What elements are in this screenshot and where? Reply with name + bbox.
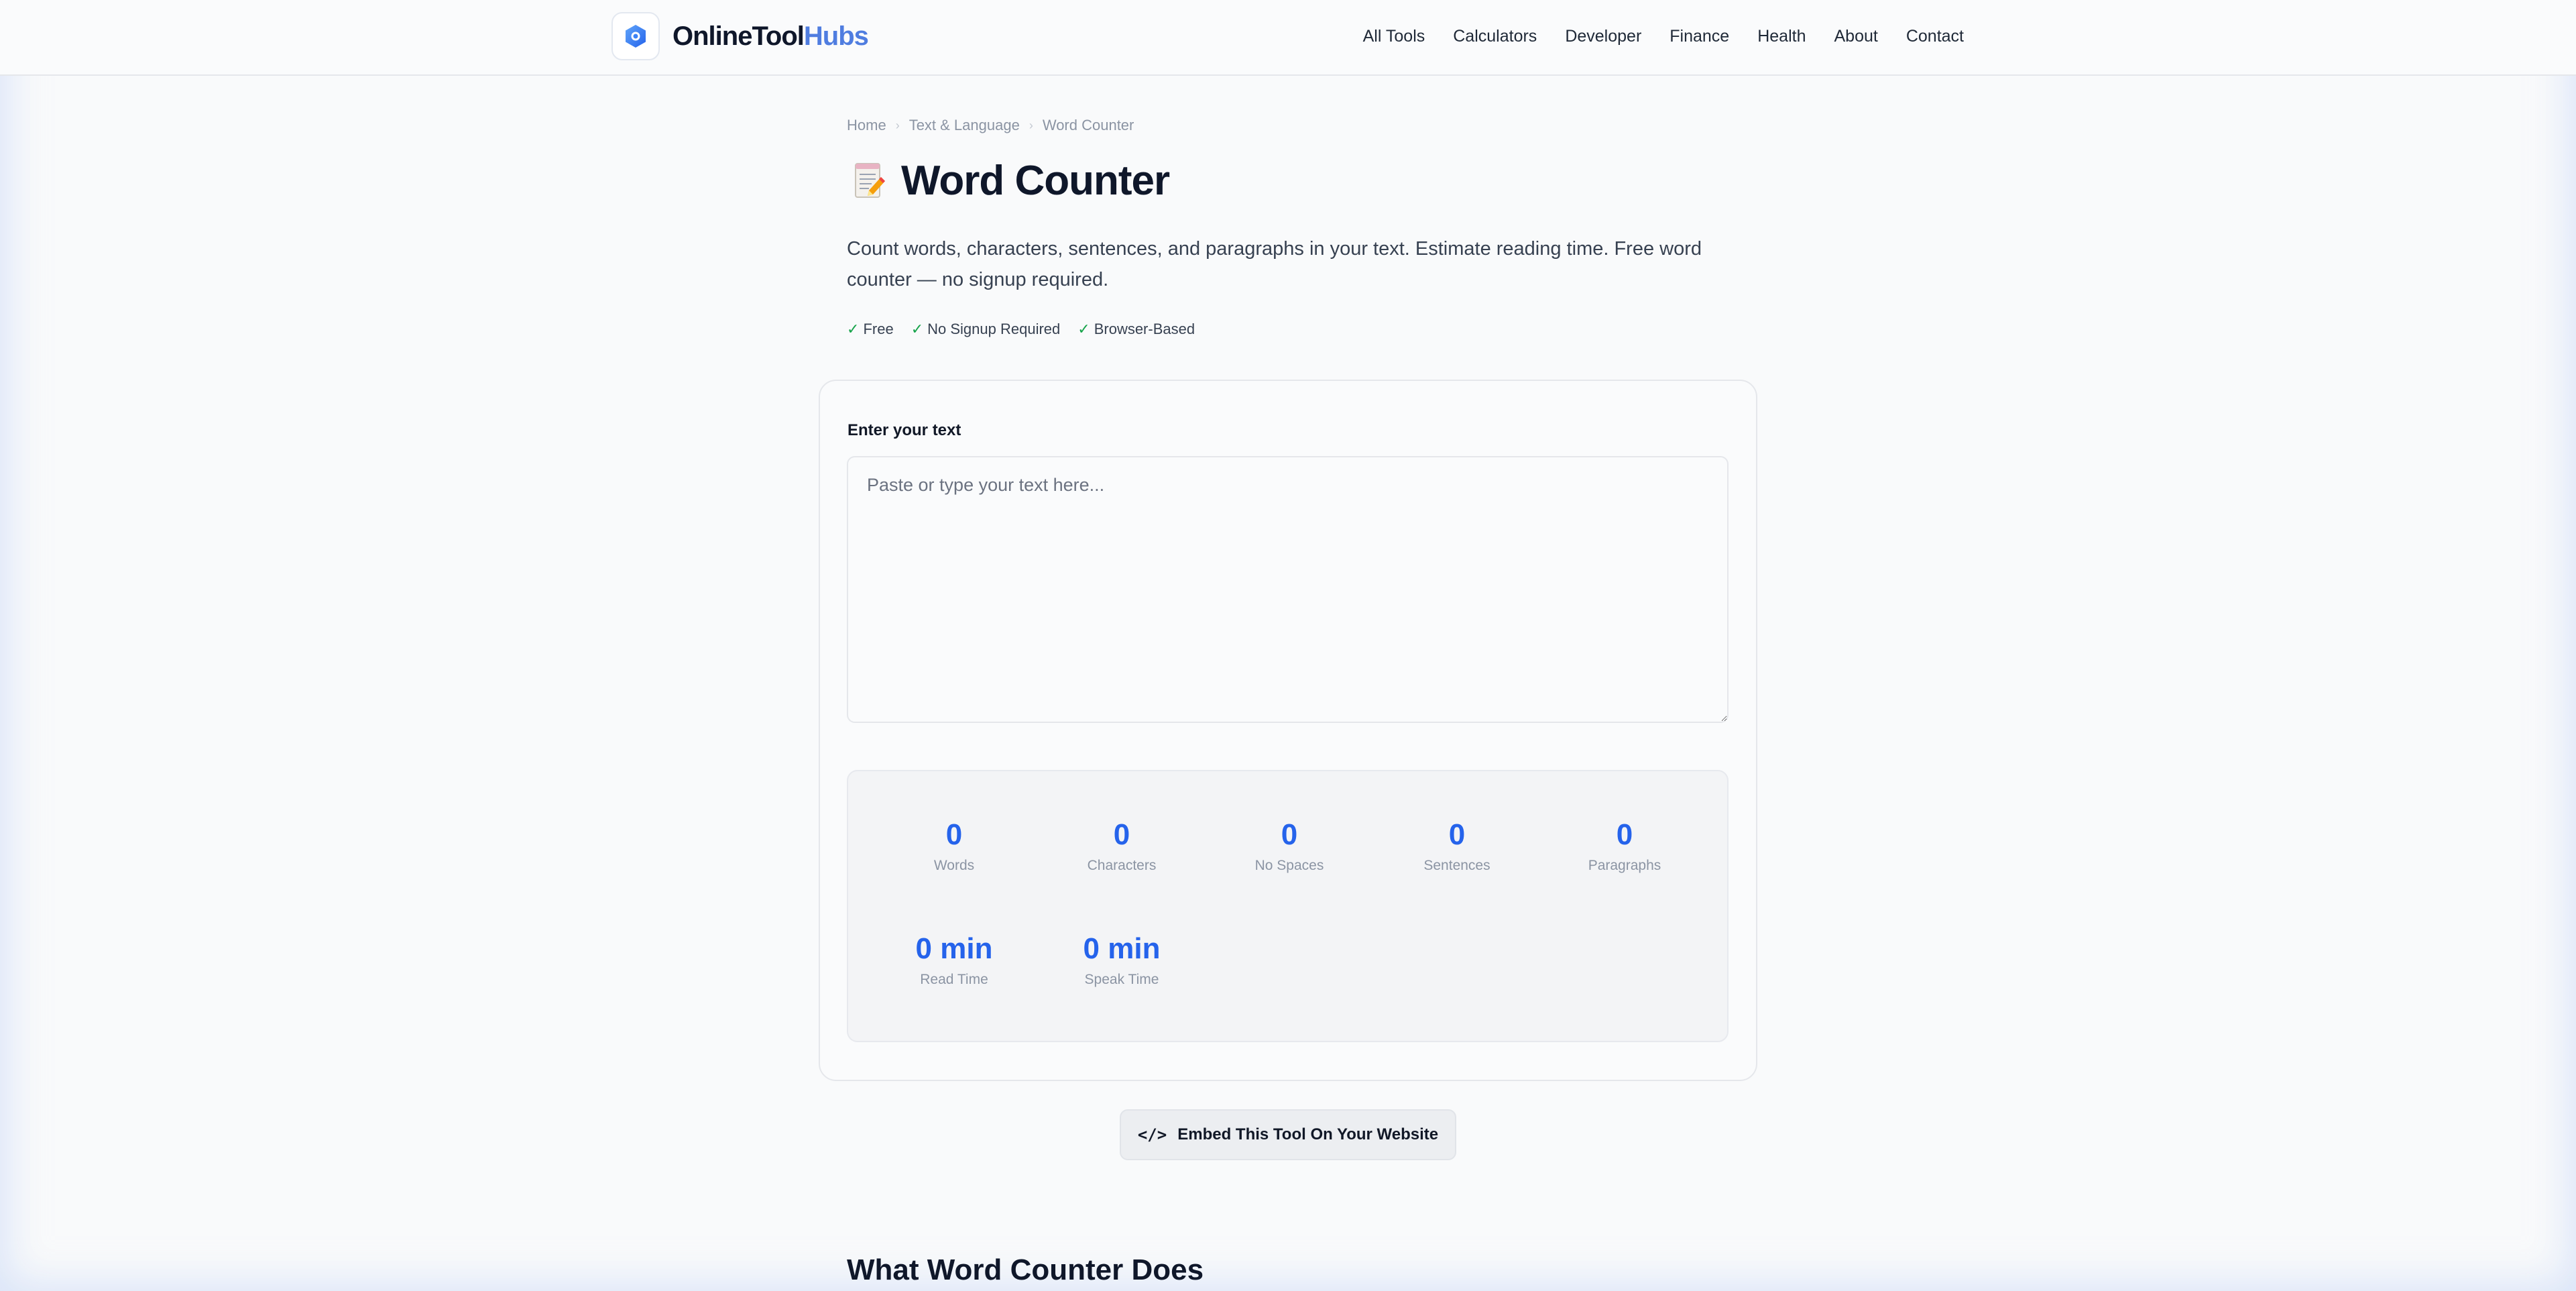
embed-tool-button[interactable]: </> Embed This Tool On Your Website — [1120, 1109, 1456, 1160]
text-input[interactable] — [847, 456, 1729, 723]
breadcrumb-separator-icon: › — [1029, 119, 1033, 132]
stat-label: Characters — [1087, 858, 1157, 873]
page-description: Count words, characters, sentences, and … — [847, 238, 1702, 290]
stat-label: Words — [933, 858, 975, 873]
text-input-label: Enter your text — [847, 421, 961, 439]
main-nav: All Tools Calculators Developer Finance … — [1363, 24, 1964, 48]
breadcrumb-current: Word Counter — [1042, 117, 1134, 133]
stat-value: 0 min — [915, 932, 993, 965]
nav-developer[interactable]: Developer — [1565, 24, 1641, 48]
stat-label: Read Time — [920, 972, 988, 987]
stat-sentences: 0 Sentences — [1390, 817, 1524, 876]
code-icon: </> — [1137, 1125, 1167, 1144]
brand-name-accent: Hubs — [803, 21, 869, 51]
stat-value: 0 min — [1083, 932, 1161, 965]
site-header: OnlineToolHubs All Tools Calculators Dev… — [0, 0, 2576, 76]
stat-label: Sentences — [1423, 858, 1490, 873]
badge-label: No Signup Required — [927, 321, 1061, 337]
stat-label: No Spaces — [1254, 858, 1324, 873]
stat-characters: 0 Characters — [1055, 817, 1189, 876]
stat-speak-time: 0 min Speak Time — [1055, 931, 1189, 990]
check-icon: ✓ — [1077, 321, 1090, 337]
nav-calculators[interactable]: Calculators — [1453, 24, 1537, 48]
badge-free: ✓ Free — [847, 319, 894, 339]
stat-label: Speak Time — [1084, 972, 1159, 987]
stat-value: 0 — [1448, 818, 1466, 851]
stat-value: 0 — [1616, 818, 1633, 851]
stat-words: 0 Words — [887, 817, 1021, 876]
brand-name[interactable]: OnlineToolHubs — [672, 19, 869, 54]
feature-badges: ✓ Free ✓ No Signup Required ✓ Browser-Based — [847, 319, 1195, 339]
stat-value: 0 — [1281, 818, 1298, 851]
check-icon: ✓ — [847, 321, 860, 337]
check-icon: ✓ — [911, 321, 924, 337]
breadcrumb-home[interactable]: Home — [847, 115, 886, 135]
stat-paragraphs: 0 Paragraphs — [1558, 817, 1692, 876]
hexagon-logo-icon — [626, 25, 646, 48]
breadcrumb-separator-icon: › — [895, 119, 900, 132]
stats-panel: 0 Words 0 Characters 0 No Spaces 0 Sente… — [847, 770, 1729, 1042]
stat-label: Paragraphs — [1588, 858, 1661, 873]
stat-read-time: 0 min Read Time — [887, 931, 1021, 990]
breadcrumb-category[interactable]: Text & Language — [909, 115, 1020, 135]
stat-value: 0 — [945, 818, 963, 851]
badge-browser-based: ✓ Browser-Based — [1077, 319, 1195, 339]
nav-about[interactable]: About — [1834, 24, 1877, 48]
nav-contact[interactable]: Contact — [1906, 24, 1964, 48]
page-title: Word Counter — [901, 158, 1170, 204]
embed-button-label: Embed This Tool On Your Website — [1177, 1125, 1439, 1143]
breadcrumb: Home › Text & Language › Word Counter — [847, 115, 1134, 135]
badge-no-signup: ✓ No Signup Required — [911, 319, 1061, 339]
memo-icon — [855, 163, 885, 198]
brand-name-dark: OnlineTool — [672, 21, 805, 51]
badge-label: Browser-Based — [1094, 321, 1195, 337]
nav-all-tools[interactable]: All Tools — [1363, 24, 1425, 48]
nav-health[interactable]: Health — [1757, 24, 1806, 48]
nav-finance[interactable]: Finance — [1670, 24, 1729, 48]
stat-value: 0 — [1113, 818, 1130, 851]
badge-label: Free — [863, 321, 894, 337]
logo[interactable] — [611, 12, 660, 60]
stat-no-spaces: 0 No Spaces — [1222, 817, 1356, 876]
section-heading: What Word Counter Does — [847, 1253, 1204, 1286]
page-title-row: Word Counter — [852, 156, 1170, 207]
